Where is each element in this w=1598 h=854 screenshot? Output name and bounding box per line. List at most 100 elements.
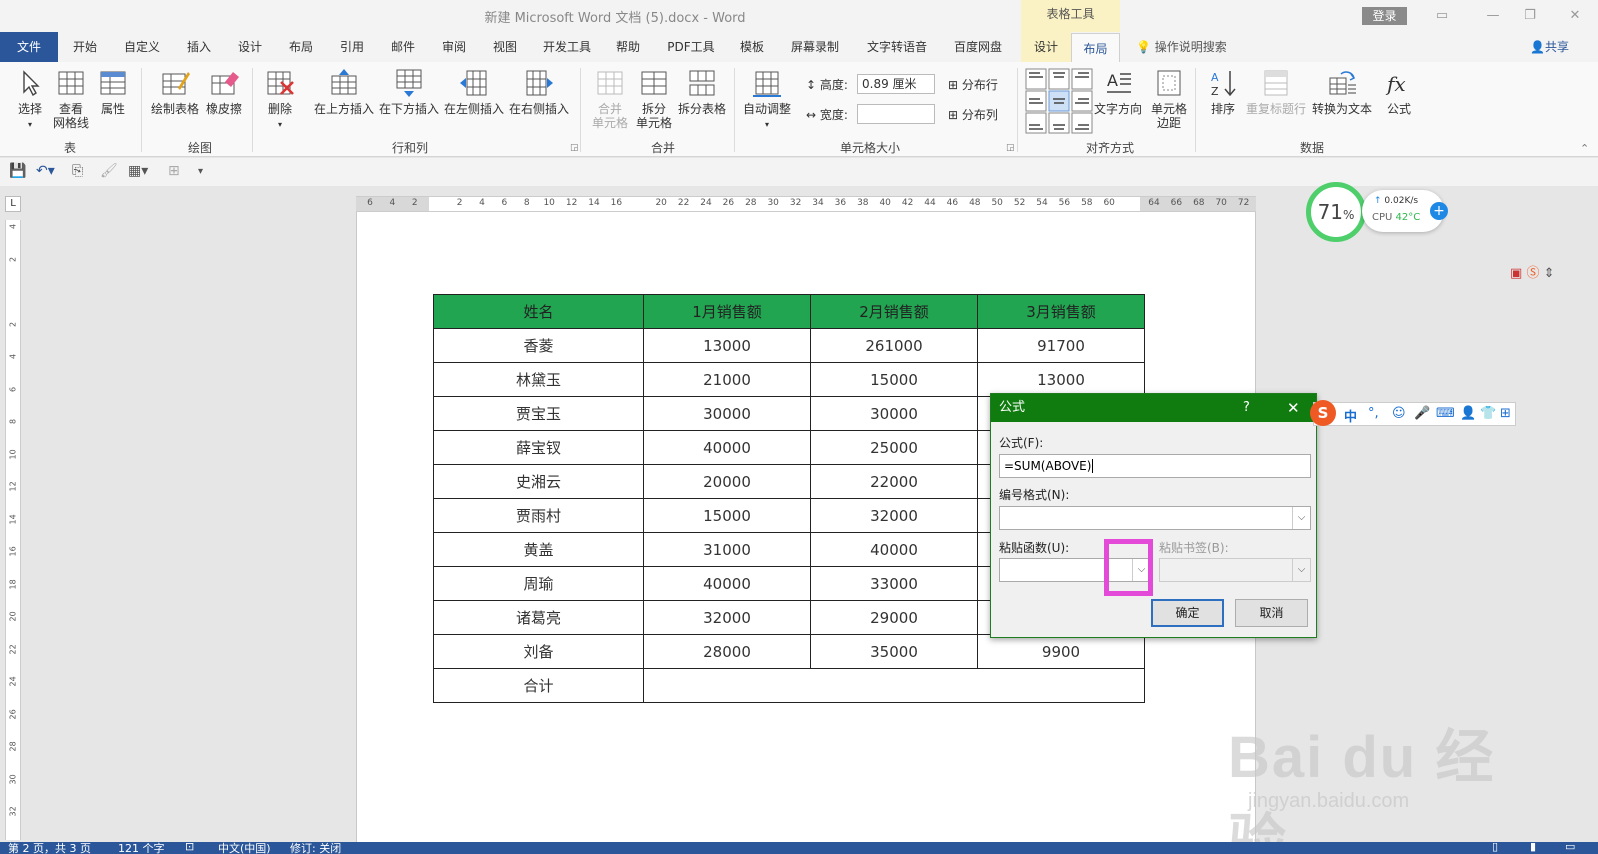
table-cell[interactable]: 40000 xyxy=(810,532,978,567)
header-cell-jan[interactable]: 1月销售额 xyxy=(643,294,811,329)
user-icon[interactable]: 👤 xyxy=(1460,406,1476,421)
eraser-button[interactable]: 橡皮擦 xyxy=(203,68,245,116)
tell-me-search[interactable]: 💡 操作说明搜索 xyxy=(1136,32,1227,62)
table-cell[interactable]: 贾宝玉 xyxy=(433,396,644,431)
number-format-select[interactable]: ⌵ xyxy=(999,506,1311,530)
total-value-cell[interactable] xyxy=(643,668,1145,703)
column-width-input[interactable] xyxy=(857,104,935,124)
rows-cols-dialog-launcher-icon[interactable]: ◲ xyxy=(570,143,579,153)
formula-button[interactable]: fx 公式 xyxy=(1382,68,1416,116)
cell-margins-button[interactable]: 单元格 边距 xyxy=(1148,68,1190,130)
autofit-button[interactable]: 自动调整 ▾ xyxy=(742,68,792,132)
status-page[interactable]: 第 2 页，共 3 页 xyxy=(8,840,91,854)
sogou-logo-icon[interactable]: S xyxy=(1310,400,1336,426)
tab-layout[interactable]: 布局 xyxy=(286,32,316,62)
tab-file[interactable]: 文件 xyxy=(0,32,58,62)
tab-screen-record[interactable]: 屏幕录制 xyxy=(789,32,841,62)
properties-button[interactable]: 属性 xyxy=(95,68,131,116)
table-cell[interactable]: 20000 xyxy=(643,464,811,499)
split-cells-button[interactable]: 拆分 单元格 xyxy=(634,68,674,130)
vertical-ruler[interactable]: 4 2 2 4 6 8 10 12 14 16 18 20 22 24 26 28 30 32 xyxy=(5,220,21,840)
table-quick-icon[interactable]: ▦▾ xyxy=(128,163,148,179)
convert-to-text-button[interactable]: 转换为文本 xyxy=(1310,68,1374,116)
tab-text-to-speech[interactable]: 文字转语音 xyxy=(865,32,929,62)
view-gridlines-button[interactable]: 查看 网格线 xyxy=(50,68,92,130)
expand-icon[interactable]: ⇕ xyxy=(1544,266,1555,281)
table-cell[interactable]: 40000 xyxy=(643,566,811,601)
table-cell[interactable]: 30000 xyxy=(643,396,811,431)
table-cell[interactable]: 22000 xyxy=(810,464,978,499)
microphone-icon[interactable]: 🎤 xyxy=(1414,406,1430,421)
tab-pdf-tools[interactable]: PDF工具 xyxy=(665,32,717,62)
tab-table-layout[interactable]: 布局 xyxy=(1071,33,1120,63)
table-cell[interactable]: 25000 xyxy=(810,430,978,465)
repeat-header-rows-button[interactable]: 重复标题行 xyxy=(1245,68,1307,116)
bookmark-chevron-down-icon[interactable]: ⌵ xyxy=(1292,559,1310,581)
table-cell[interactable]: 诸葛亮 xyxy=(433,600,644,635)
tab-table-design[interactable]: 设计 xyxy=(1021,32,1071,62)
header-cell-mar[interactable]: 3月销售额 xyxy=(977,294,1145,329)
total-label-cell[interactable]: 合计 xyxy=(433,668,644,703)
tab-help[interactable]: 帮助 xyxy=(613,32,643,62)
insert-above-button[interactable]: 在上方插入 xyxy=(313,68,375,116)
alignment-grid[interactable] xyxy=(1025,68,1093,134)
table-cell[interactable]: 9900 xyxy=(977,634,1145,669)
table-cell[interactable]: 15000 xyxy=(810,362,978,397)
table-cell[interactable]: 刘备 xyxy=(433,634,644,669)
tab-insert[interactable]: 插入 xyxy=(184,32,214,62)
system-monitor-widget[interactable]: 71% ↑ 0.02K/s CPU 42°C + xyxy=(1306,182,1456,242)
sort-button[interactable]: AZ 排序 xyxy=(1206,68,1240,116)
ribbon-display-options-icon[interactable]: ▭ xyxy=(1432,6,1452,26)
table-cell[interactable]: 32000 xyxy=(643,600,811,635)
paste-bookmark-select[interactable]: ⌵ xyxy=(1159,558,1311,582)
tab-developer[interactable]: 开发工具 xyxy=(541,32,593,62)
table-cell[interactable]: 21000 xyxy=(643,362,811,397)
tab-references[interactable]: 引用 xyxy=(337,32,367,62)
text-direction-button[interactable]: A 文字方向 xyxy=(1092,68,1144,116)
redo-icon[interactable]: ⎘ xyxy=(72,163,83,179)
new-document-icon[interactable]: ⊞ xyxy=(168,163,180,179)
table-cell[interactable]: 261000 xyxy=(810,328,978,363)
horizontal-ruler[interactable]: 6 4 2 2 4 6 8 10 12 14 16 20 22 24 26 28 30 32 34 36 38 40 42 4… xyxy=(356,196,1256,212)
widget-plus-icon[interactable]: + xyxy=(1430,202,1448,220)
customize-qat-icon[interactable]: ▾ xyxy=(198,166,203,177)
table-cell[interactable]: 28000 xyxy=(643,634,811,669)
table-cell[interactable]: 40000 xyxy=(643,430,811,465)
distribute-columns-button[interactable]: ⊞ 分布列 xyxy=(948,106,998,123)
tab-baidu-netdisk[interactable]: 百度网盘 xyxy=(952,32,1004,62)
table-cell[interactable]: 31000 xyxy=(643,532,811,567)
dialog-close-icon[interactable]: ✕ xyxy=(1287,394,1300,422)
toolbox-icon[interactable]: ⊞ xyxy=(1500,406,1511,421)
undo-icon[interactable]: ↶▾ xyxy=(36,163,55,179)
table-cell[interactable]: 史湘云 xyxy=(433,464,644,499)
save-icon[interactable]: 💾 xyxy=(9,163,26,179)
read-mode-icon[interactable]: ▯ xyxy=(1492,840,1498,853)
ime-mode-indicator[interactable]: 中 xyxy=(1344,406,1357,425)
skin-icon[interactable]: 👕 xyxy=(1480,406,1496,421)
emoji-icon[interactable]: ☺ xyxy=(1392,406,1406,421)
status-language[interactable]: 中文(中国) xyxy=(218,840,271,854)
table-cell[interactable]: 15000 xyxy=(643,498,811,533)
tab-view[interactable]: 视图 xyxy=(490,32,520,62)
print-layout-icon[interactable]: ▮ xyxy=(1530,840,1536,853)
proofing-icon[interactable]: ⊡ xyxy=(185,840,194,853)
table-cell[interactable]: 香菱 xyxy=(433,328,644,363)
note-icon[interactable]: ▣ xyxy=(1510,266,1522,281)
chevron-down-icon[interactable]: ⌵ xyxy=(1292,507,1310,529)
login-button[interactable]: 登录 xyxy=(1362,7,1407,25)
insert-left-button[interactable]: 在左侧插入 xyxy=(443,68,505,116)
floating-tool-icons[interactable]: ▣ Ⓢ ⇕ xyxy=(1510,262,1555,281)
formula-input[interactable]: =SUM(ABOVE) xyxy=(999,454,1311,478)
table-cell[interactable]: 35000 xyxy=(810,634,978,669)
tab-design[interactable]: 设计 xyxy=(235,32,265,62)
insert-right-button[interactable]: 在右侧插入 xyxy=(508,68,570,116)
table-cell[interactable]: 薛宝钗 xyxy=(433,430,644,465)
tab-mailings[interactable]: 邮件 xyxy=(388,32,418,62)
table-cell[interactable]: 33000 xyxy=(810,566,978,601)
keyboard-icon[interactable]: ⌨ xyxy=(1436,406,1455,421)
sogou-icon[interactable]: Ⓢ xyxy=(1526,266,1539,281)
delete-button[interactable]: 删除 ▾ xyxy=(263,68,297,132)
ok-button[interactable]: 确定 xyxy=(1151,599,1224,627)
close-window-icon[interactable]: ✕ xyxy=(1565,6,1585,26)
status-track-changes[interactable]: 修订: 关闭 xyxy=(290,840,341,854)
